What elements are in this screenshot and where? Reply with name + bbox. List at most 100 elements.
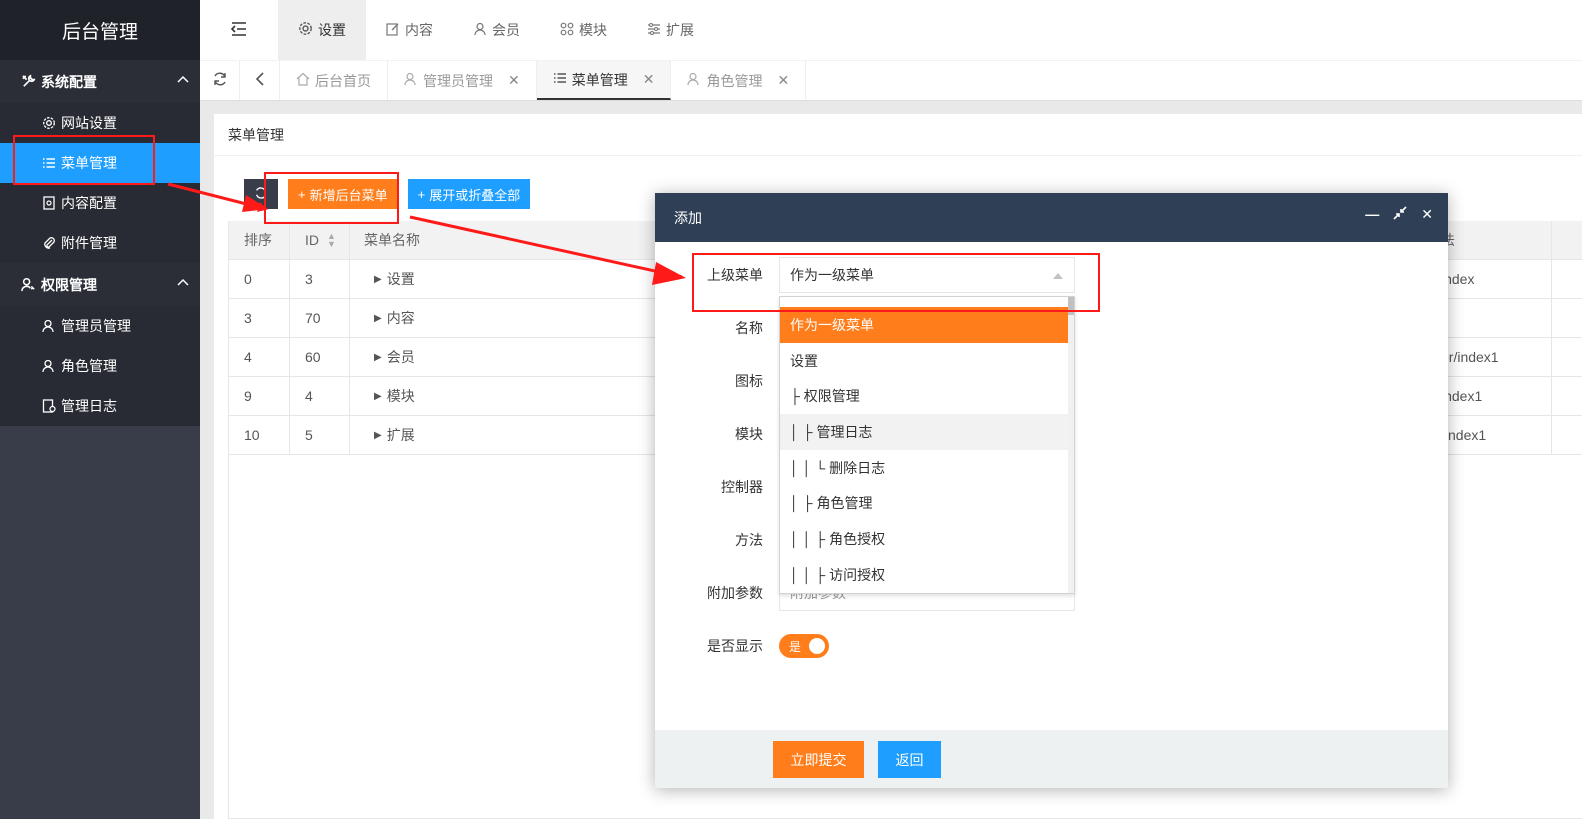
sidebar-item-label: 管理员管理 — [61, 318, 131, 334]
parent-menu-dropdown: 作为一级菜单 设置 ├ 权限管理 │ ├ 管理日志 │ │ └ 删除日志 │ ├… — [779, 296, 1075, 594]
sidebar-item-label: 管理日志 — [61, 398, 117, 414]
close-icon[interactable]: ✕ — [643, 71, 655, 88]
dropdown-option[interactable]: │ │ ├ 访问授权 — [780, 557, 1070, 593]
label-module: 模块 — [735, 426, 763, 442]
th-method: 法 — [1441, 232, 1455, 248]
tab-home[interactable]: 后台首页 — [280, 61, 388, 100]
sliders-icon — [647, 22, 661, 39]
sidebar-toggle-button[interactable] — [200, 0, 278, 60]
sidebar-item-admin-log[interactable]: 管理日志 — [0, 386, 200, 426]
cell-sort: 10 — [229, 416, 290, 454]
document-icon — [42, 196, 56, 210]
cell-sort: 3 — [229, 299, 290, 337]
topnav-content[interactable]: 内容 — [366, 0, 453, 60]
dialog-footer: 立即提交 返回 — [655, 730, 1448, 788]
refresh-tab-button[interactable] — [200, 61, 240, 100]
tab-scroll-left-button[interactable] — [240, 61, 280, 100]
dropdown-option[interactable]: 作为一级菜单 — [780, 307, 1070, 343]
tab-label: 后台首页 — [315, 72, 371, 89]
dropdown-scrollbar[interactable] — [1068, 297, 1074, 593]
dropdown-option[interactable]: 设置 — [780, 343, 1070, 379]
logo: 后台管理 — [0, 0, 200, 60]
expand-collapse-button[interactable]: + 展开或折叠全部 — [407, 179, 531, 209]
topnav-modules[interactable]: 模块 — [540, 0, 627, 60]
back-button[interactable]: 返回 — [878, 741, 941, 778]
close-icon[interactable]: ✕ — [777, 72, 789, 89]
topnav-members[interactable]: 会员 — [453, 0, 540, 60]
tab-role-management[interactable]: 角色管理 ✕ — [671, 61, 807, 100]
sort-icon[interactable]: ▲ ▼ — [327, 232, 336, 249]
dropdown-option[interactable]: │ ├ 管理日志 — [780, 414, 1070, 450]
gear-icon — [42, 116, 56, 130]
sidebar-item-content-config[interactable]: 内容配置 — [0, 183, 200, 223]
annotation-box-menu-item — [13, 135, 155, 185]
topnav-label: 扩展 — [666, 22, 694, 38]
nav-group-permissions[interactable]: 权限管理 — [0, 263, 200, 306]
th-id[interactable]: ID ▲ ▼ — [290, 221, 350, 259]
cell-id: 60 — [290, 338, 350, 376]
dialog-header: 添加 — ✕ — [655, 193, 1448, 242]
grid-icon — [560, 22, 574, 39]
tab-admin-management[interactable]: 管理员管理 ✕ — [388, 61, 537, 100]
caret-right-icon[interactable]: ▶ — [374, 274, 382, 285]
topnav-label: 设置 — [318, 22, 346, 38]
dropdown-option[interactable]: │ │ ├ 角色授权 — [780, 521, 1070, 557]
cell-method: index — [1441, 271, 1475, 287]
label-params: 附加参数 — [707, 585, 763, 601]
refresh-icon — [212, 71, 228, 90]
close-icon[interactable]: ✕ — [1421, 206, 1433, 223]
sidebar-item-admin-management[interactable]: 管理员管理 — [0, 306, 200, 346]
close-icon[interactable]: ✕ — [508, 72, 520, 89]
tab-label: 菜单管理 — [571, 71, 628, 88]
minimize-icon[interactable]: — — [1365, 206, 1379, 223]
dialog-title: 添加 — [674, 209, 702, 226]
show-toggle-switch[interactable]: 是 — [779, 634, 829, 658]
cell-id: 5 — [290, 416, 350, 454]
user-icon — [404, 72, 418, 89]
dropdown-option[interactable]: │ ├ 角色管理 — [780, 485, 1070, 521]
tab-label: 角色管理 — [706, 72, 763, 89]
switch-knob — [809, 638, 825, 654]
cell-name-label: 扩展 — [386, 427, 415, 443]
topnav-label: 模块 — [579, 22, 607, 38]
label-name: 名称 — [735, 320, 763, 336]
dropdown-option[interactable]: │ │ └ 删除日志 — [780, 450, 1070, 486]
submit-button[interactable]: 立即提交 — [773, 741, 864, 778]
cell-id: 4 — [290, 377, 350, 415]
topnav-extensions[interactable]: 扩展 — [627, 0, 714, 60]
nav-group-label: 权限管理 — [41, 276, 97, 293]
wrench-icon — [21, 74, 37, 89]
nav-group-label: 系统配置 — [41, 73, 97, 90]
chevron-up-icon — [176, 275, 190, 292]
cell-method: 1 — [1441, 299, 1551, 338]
chevron-left-icon — [254, 71, 266, 90]
log-icon — [42, 399, 56, 413]
user-icon — [687, 72, 701, 89]
cell-id: 70 — [290, 299, 350, 337]
list-icon — [553, 71, 567, 88]
cell-extra — [1551, 376, 1582, 416]
topnav-settings[interactable]: 设置 — [278, 0, 366, 60]
restore-icon[interactable] — [1393, 206, 1407, 223]
nav-group-system-config[interactable]: 系统配置 — [0, 60, 200, 103]
caret-right-icon[interactable]: ▶ — [374, 352, 382, 363]
label-show: 是否显示 — [707, 638, 763, 654]
tab-label: 管理员管理 — [423, 72, 493, 89]
caret-right-icon[interactable]: ▶ — [374, 313, 382, 324]
sidebar-item-role-management[interactable]: 角色管理 — [0, 346, 200, 386]
user-icon — [42, 359, 56, 373]
tab-bar: 后台首页 管理员管理 ✕ 菜单管理 ✕ 角色管理 ✕ — [200, 60, 1582, 101]
cell-extra — [1551, 298, 1582, 338]
sidebar-item-label: 附件管理 — [61, 235, 117, 251]
cell-sort: 0 — [229, 260, 290, 298]
annotation-box-parent-select — [692, 253, 1100, 312]
cell-method: /index1 — [1441, 427, 1487, 443]
caret-right-icon[interactable]: ▶ — [374, 430, 382, 441]
tab-menu-management[interactable]: 菜单管理 ✕ — [536, 61, 672, 100]
cell-name-label: 内容 — [386, 310, 415, 326]
label-controller: 控制器 — [721, 479, 763, 495]
dropdown-option[interactable]: ├ 权限管理 — [780, 378, 1070, 414]
label-icon: 图标 — [735, 373, 763, 389]
caret-right-icon[interactable]: ▶ — [374, 391, 382, 402]
sidebar-item-attachments[interactable]: 附件管理 — [0, 223, 200, 263]
